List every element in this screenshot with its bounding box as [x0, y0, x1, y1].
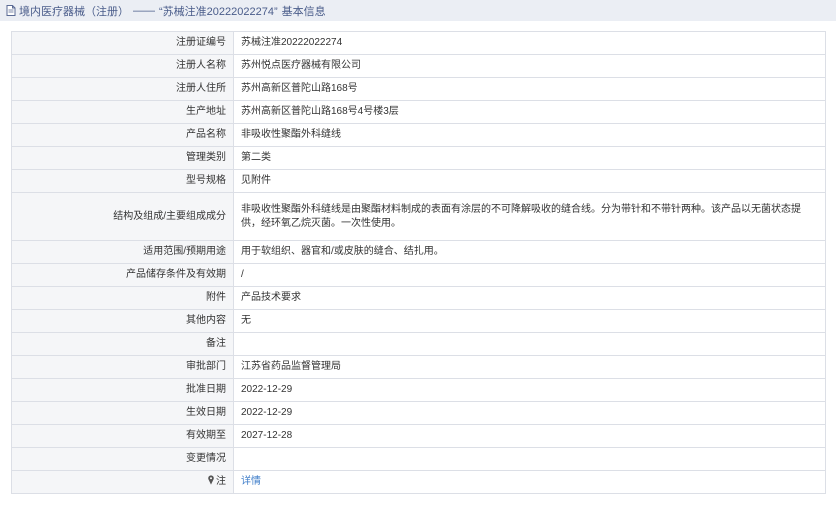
row-value: 苏州悦点医疗器械有限公司: [233, 54, 826, 78]
row-value: 苏州高新区普陀山路168号: [233, 77, 826, 101]
table-row: 附件 产品技术要求: [11, 286, 826, 310]
header-section: 境内医疗器械（注册）: [19, 5, 129, 18]
table-row: 注 详情: [11, 470, 826, 494]
table-row: 产品名称 非吸收性聚酯外科缝线: [11, 123, 826, 147]
row-value: 第二类: [233, 146, 826, 170]
row-label: 备注: [11, 332, 234, 356]
row-label: 变更情况: [11, 447, 234, 471]
row-label: 注册人名称: [11, 54, 234, 78]
table-row: 结构及组成/主要组成成分 非吸收性聚酯外科缝线是由聚酯材料制成的表面有涂层的不可…: [11, 192, 826, 241]
table-row: 备注: [11, 332, 826, 356]
table-row: 审批部门 江苏省药品监督管理局: [11, 355, 826, 379]
table-row: 有效期至 2027-12-28: [11, 424, 826, 448]
row-value: [233, 332, 826, 356]
note-label-cell: 注: [11, 470, 234, 494]
row-label: 附件: [11, 286, 234, 310]
pin-icon: [208, 475, 214, 485]
row-label: 审批部门: [11, 355, 234, 379]
row-value: /: [233, 263, 826, 287]
row-label: 型号规格: [11, 169, 234, 193]
note-value: 详情: [233, 470, 826, 494]
table-row: 注册人住所 苏州高新区普陀山路168号: [11, 77, 826, 101]
row-label: 适用范围/预期用途: [11, 240, 234, 264]
note-label: 注: [216, 476, 226, 487]
info-table: 注册证编号 苏械注准20222022274 注册人名称 苏州悦点医疗器械有限公司…: [11, 31, 826, 494]
document-icon: [6, 5, 16, 16]
row-label: 生产地址: [11, 100, 234, 124]
table-row: 变更情况: [11, 447, 826, 471]
row-label: 生效日期: [11, 401, 234, 425]
table-row: 其他内容 无: [11, 309, 826, 333]
row-label: 批准日期: [11, 378, 234, 402]
row-value: 用于软组织、器官和/或皮肤的缝合、结扎用。: [233, 240, 826, 264]
row-value: 江苏省药品监督管理局: [233, 355, 826, 379]
row-value: 苏械注准20222022274: [233, 31, 826, 55]
table-row: 适用范围/预期用途 用于软组织、器官和/或皮肤的缝合、结扎用。: [11, 240, 826, 264]
row-value: 2022-12-29: [233, 401, 826, 425]
row-value: 见附件: [233, 169, 826, 193]
row-label: 注册人住所: [11, 77, 234, 101]
page-header: 境内医疗器械（注册） —— “苏械注准20222022274” 基本信息: [0, 0, 836, 21]
row-value: 苏州高新区普陀山路168号4号楼3层: [233, 100, 826, 124]
table-row: 型号规格 见附件: [11, 169, 826, 193]
table-row: 注册人名称 苏州悦点医疗器械有限公司: [11, 54, 826, 78]
row-value: 2027-12-28: [233, 424, 826, 448]
table-row: 生效日期 2022-12-29: [11, 401, 826, 425]
header-suffix: 基本信息: [281, 5, 326, 18]
row-value: 非吸收性聚酯外科缝线: [233, 123, 826, 147]
table-row: 生产地址 苏州高新区普陀山路168号4号楼3层: [11, 100, 826, 124]
row-value: 无: [233, 309, 826, 333]
row-value: 非吸收性聚酯外科缝线是由聚酯材料制成的表面有涂层的不可降解吸收的缝合线。分为带针…: [233, 192, 826, 241]
details-link[interactable]: 详情: [241, 476, 261, 487]
row-label: 产品储存条件及有效期: [11, 263, 234, 287]
row-label: 其他内容: [11, 309, 234, 333]
row-label: 管理类别: [11, 146, 234, 170]
row-value: 2022-12-29: [233, 378, 826, 402]
row-label: 产品名称: [11, 123, 234, 147]
table-row: 产品储存条件及有效期 /: [11, 263, 826, 287]
row-value: 产品技术要求: [233, 286, 826, 310]
row-label: 注册证编号: [11, 31, 234, 55]
table-row: 注册证编号 苏械注准20222022274: [11, 31, 826, 55]
header-separator: ——: [133, 4, 155, 17]
row-value: [233, 447, 826, 471]
row-label: 有效期至: [11, 424, 234, 448]
header-record: “苏械注准20222022274”: [159, 5, 278, 18]
row-label: 结构及组成/主要组成成分: [11, 192, 234, 241]
table-row: 批准日期 2022-12-29: [11, 378, 826, 402]
table-row: 管理类别 第二类: [11, 146, 826, 170]
